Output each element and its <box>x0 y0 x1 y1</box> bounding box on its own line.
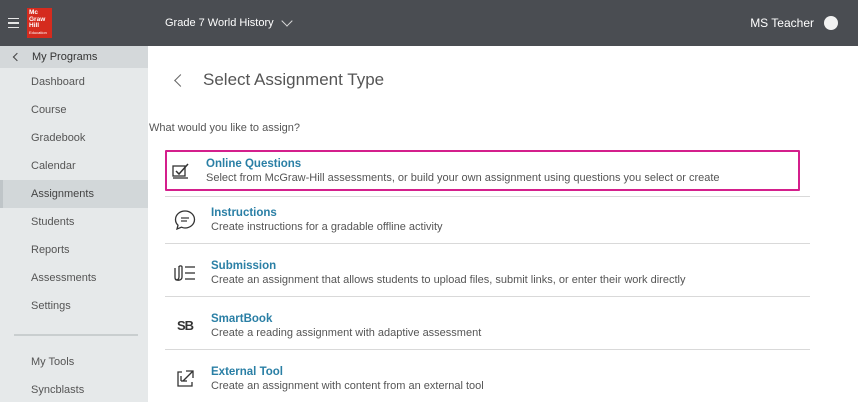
hamburger-menu-icon[interactable] <box>0 0 26 46</box>
option-title[interactable]: Online Questions <box>206 157 720 171</box>
option-description: Create an assignment with content from a… <box>211 380 484 392</box>
back-chevron-icon[interactable] <box>174 73 187 87</box>
sidebar-item-calendar[interactable]: Calendar <box>0 152 148 180</box>
paperclip-list-icon <box>165 264 205 282</box>
sidebar-item-syncblasts[interactable]: Syncblasts <box>0 376 148 402</box>
sidebar-item-assessments[interactable]: Assessments <box>0 264 148 292</box>
external-link-icon <box>165 369 205 389</box>
sidebar-divider <box>14 334 138 336</box>
sidebar-item-students[interactable]: Students <box>0 208 148 236</box>
page-title: Select Assignment Type <box>174 70 384 90</box>
sidebar-item-settings[interactable]: Settings <box>0 292 148 320</box>
smartbook-icon: SB <box>176 318 194 333</box>
option-description: Create an assignment that allows student… <box>211 273 686 286</box>
option-external-tool[interactable]: External Tool Create an assignment with … <box>165 355 810 402</box>
option-description: Create instructions for a gradable offli… <box>211 221 443 233</box>
sidebar-item-gradebook[interactable]: Gradebook <box>0 124 148 152</box>
option-submission[interactable]: Submission Create an assignment that all… <box>165 249 810 297</box>
option-title[interactable]: Submission <box>211 259 685 273</box>
top-bar: Mc Graw Hill Education Grade 7 World His… <box>0 0 858 46</box>
avatar[interactable] <box>824 16 838 30</box>
option-smartbook[interactable]: SB SmartBook Create a reading assignment… <box>165 302 810 350</box>
option-description: Select from McGraw-Hill assessments, or … <box>206 171 720 184</box>
sidebar-item-assignments[interactable]: Assignments <box>0 180 148 208</box>
assign-prompt: What would you like to assign? <box>149 122 301 134</box>
option-online-questions[interactable]: Online Questions Select from McGraw-Hill… <box>165 150 800 191</box>
option-instructions[interactable]: Instructions Create instructions for a g… <box>165 196 810 244</box>
sidebar: My Programs Dashboard Course Gradebook C… <box>0 46 148 402</box>
chevron-left-icon <box>12 52 22 62</box>
course-selector[interactable]: Grade 7 World History <box>165 0 293 46</box>
mcgraw-hill-logo: Mc Graw Hill Education <box>27 8 52 38</box>
option-title[interactable]: Instructions <box>211 206 443 220</box>
sidebar-section-label: My Programs <box>32 51 98 63</box>
user-name[interactable]: MS Teacher <box>750 0 814 46</box>
option-description: Create a reading assignment with adaptiv… <box>211 326 482 339</box>
sidebar-item-reports[interactable]: Reports <box>0 236 148 264</box>
sidebar-item-course[interactable]: Course <box>0 96 148 124</box>
chat-bubble-icon <box>165 210 205 230</box>
sidebar-item-dashboard[interactable]: Dashboard <box>0 68 148 96</box>
main-content: Select Assignment Type What would you li… <box>148 46 858 402</box>
edit-checkbox-icon <box>169 162 193 179</box>
course-title: Grade 7 World History <box>165 17 274 29</box>
sidebar-item-my-tools[interactable]: My Tools <box>0 348 148 376</box>
chevron-down-icon <box>280 15 293 27</box>
sidebar-back-my-programs[interactable]: My Programs <box>0 46 148 68</box>
option-title[interactable]: External Tool <box>211 365 484 379</box>
option-title[interactable]: SmartBook <box>211 312 481 326</box>
